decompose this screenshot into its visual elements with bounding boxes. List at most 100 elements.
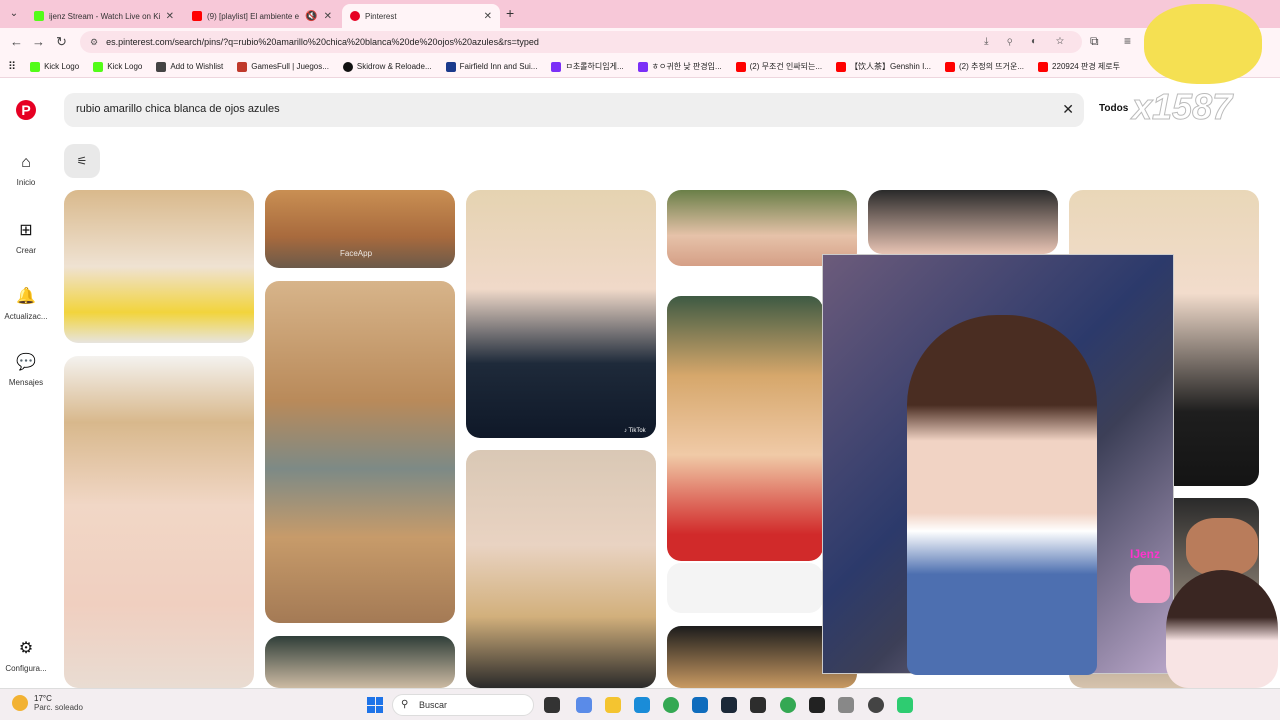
obs-icon[interactable] <box>868 697 884 713</box>
tab-youtube[interactable]: (9) [playlist] El ambiente es 🔇 ✕ <box>184 4 340 28</box>
close-tab-icon[interactable]: ✕ <box>324 11 332 22</box>
pin-card[interactable] <box>64 356 254 688</box>
youtube-icon <box>192 11 202 21</box>
kick-icon <box>34 11 44 21</box>
new-tab-button[interactable]: + <box>506 5 514 21</box>
bookmark-label: (2) 추정의 뜨거운... <box>958 62 1025 71</box>
pin-card[interactable] <box>466 190 656 438</box>
steam-icon[interactable] <box>721 697 737 713</box>
taskbar-search-label: Buscar <box>419 700 448 710</box>
site-info-icon[interactable]: ⚙ <box>90 37 98 48</box>
bookmark-item[interactable]: Kick Logo <box>30 61 79 72</box>
menu-icon[interactable]: ≡ <box>1124 34 1131 48</box>
pin-card[interactable] <box>667 563 823 613</box>
bear-sticker <box>1186 518 1258 576</box>
address-bar-actions[interactable]: ⤓ ⚲ ◐ ☆ <box>984 36 1072 47</box>
bookmark-item[interactable]: Kick Logo <box>93 61 142 72</box>
settings-app-icon[interactable] <box>838 697 854 713</box>
tab-strip: ⌄ ijenz Stream - Watch Live on Ki ✕ (9) … <box>0 0 1280 28</box>
apps-icon[interactable]: ⠿ <box>8 60 16 73</box>
bookmark-item[interactable]: (2) 무조건 인싸되는... <box>735 61 823 72</box>
search-query-text: rubio amarillo chica blanca de ojos azul… <box>76 103 280 115</box>
home-icon: ⌂ <box>21 154 31 171</box>
app-icon[interactable] <box>897 697 913 713</box>
tab-kick[interactable]: ijenz Stream - Watch Live on Ki ✕ <box>26 4 182 28</box>
bookmark-item[interactable]: ㅎㅇ귀한 낮 판경입... <box>637 61 722 72</box>
sidebar-item-label: Inicio <box>16 178 36 187</box>
pin-card[interactable] <box>265 281 455 623</box>
weather-widget[interactable]: 17°C Parc. soleado <box>12 694 83 712</box>
twitch-icon <box>551 61 562 72</box>
sidebar-item-inicio[interactable]: ⌂ Inicio <box>0 154 52 187</box>
search-scope-dropdown[interactable]: Todos <box>1099 103 1128 114</box>
extensions-icon[interactable]: ⧉ <box>1090 34 1099 49</box>
filter-button[interactable]: ⚟ <box>64 144 100 178</box>
back-icon[interactable]: ← <box>10 34 23 49</box>
sidebar-item-actualizaciones[interactable]: 🔔 Actualizac... <box>0 286 52 321</box>
bookmark-label: Fairfield Inn and Sui... <box>459 62 538 71</box>
store-icon[interactable] <box>692 697 708 713</box>
bookmark-item[interactable]: Skidrow & Reloade... <box>342 61 432 72</box>
edge-icon[interactable] <box>634 697 650 713</box>
mute-icon[interactable]: 🔇 <box>305 11 317 22</box>
sidebar-item-crear[interactable]: ⊞ Crear <box>0 220 52 255</box>
pinterest-icon <box>350 11 360 21</box>
skidrow-icon <box>342 61 353 72</box>
tiktok-watermark: ♪ TikTok <box>624 428 646 434</box>
reload-icon[interactable]: ↻ <box>56 34 67 50</box>
file-explorer-icon[interactable] <box>605 697 621 713</box>
taskbar-search[interactable]: ⚲ Buscar <box>392 694 534 716</box>
youtube-icon <box>1038 61 1049 72</box>
forward-icon[interactable]: → <box>32 34 45 49</box>
bookmark-label: 220924 판경 제로투 <box>1052 62 1120 71</box>
bookmark-label: Add to Wishlist <box>170 62 224 71</box>
bookmark-item[interactable]: 【饮人茶】Genshin I... <box>836 61 931 72</box>
youtube-icon <box>944 61 955 72</box>
chibi-avatar <box>1166 570 1278 688</box>
pinterest-sidebar: P ⌂ Inicio ⊞ Crear 🔔 Actualizac... 💬 Men… <box>0 78 52 688</box>
bookmark-item[interactable]: 220924 판경 제로투 <box>1038 61 1120 72</box>
bookmarks-bar: ⠿ Kick Logo Kick Logo Add to Wishlist Ga… <box>0 56 1280 78</box>
sliders-icon: ⚟ <box>76 154 88 168</box>
pinterest-logo-icon[interactable]: P <box>16 100 36 120</box>
address-bar[interactable]: ⚙ es.pinterest.com/search/pins/?q=rubio%… <box>80 31 1082 53</box>
weather-condition: Parc. soleado <box>34 703 83 712</box>
twitch-icon <box>637 61 648 72</box>
pin-card[interactable] <box>868 190 1058 254</box>
pin-card[interactable] <box>265 636 455 688</box>
youtube-icon <box>836 61 847 72</box>
close-tab-icon[interactable]: ✕ <box>484 11 492 22</box>
tab-pinterest[interactable]: Pinterest ✕ <box>342 4 500 28</box>
kick-icon <box>93 61 104 72</box>
bookmark-item[interactable]: Fairfield Inn and Sui... <box>445 61 538 72</box>
pin-card[interactable] <box>466 450 656 688</box>
close-tab-icon[interactable]: ✕ <box>166 11 174 22</box>
streamer-figure <box>907 315 1097 675</box>
copilot-icon[interactable] <box>576 697 592 713</box>
search-icon: ⚲ <box>401 699 409 710</box>
globe-icon <box>156 61 167 72</box>
counter-text: x1587 <box>1131 86 1233 128</box>
tab-search-dropdown[interactable]: ⌄ <box>6 6 22 22</box>
terminal-icon[interactable] <box>750 697 766 713</box>
bookmark-item[interactable]: (2) 추정의 뜨거운... <box>944 61 1025 72</box>
tab-title: Pinterest <box>365 11 397 21</box>
bookmark-item[interactable]: ㅁ초롤하디임게... <box>551 61 624 72</box>
clear-search-icon[interactable]: ✕ <box>1062 101 1074 118</box>
pin-card[interactable] <box>667 296 823 561</box>
epic-games-icon[interactable] <box>809 697 825 713</box>
browser-toolbar: ← → ↻ ⚙ es.pinterest.com/search/pins/?q=… <box>0 28 1280 56</box>
sidebar-item-mensajes[interactable]: 💬 Mensajes <box>0 352 52 387</box>
sidebar-item-label: Mensajes <box>8 378 44 387</box>
chrome-active-icon[interactable] <box>780 697 796 713</box>
search-input[interactable]: rubio amarillo chica blanca de ojos azul… <box>64 93 1084 127</box>
windows-start-icon[interactable] <box>367 697 383 713</box>
bookmark-label: (2) 무조건 인싸되는... <box>749 62 823 71</box>
bookmark-item[interactable]: Add to Wishlist <box>156 61 224 72</box>
sidebar-item-configuracion[interactable]: ⚙ Configura... <box>0 638 52 673</box>
task-view-icon[interactable] <box>544 697 560 713</box>
bookmark-item[interactable]: GamesFull | Juegos... <box>237 61 329 72</box>
pin-card[interactable] <box>64 190 254 343</box>
cat-sticker <box>1144 4 1262 84</box>
chrome-icon[interactable] <box>663 697 679 713</box>
